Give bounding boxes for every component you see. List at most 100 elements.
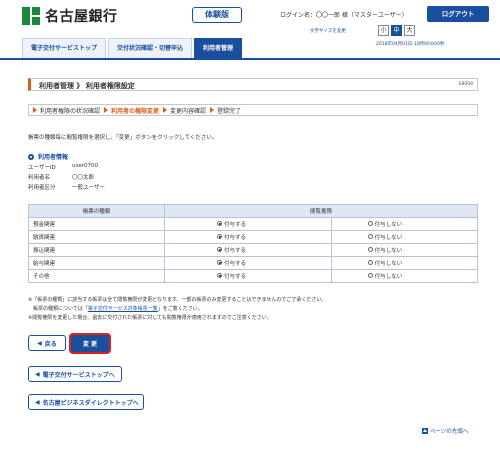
chevron-left-icon: ◀: [35, 370, 40, 378]
step-arrow-icon: [104, 107, 109, 113]
deny-label: 付与しない: [374, 273, 403, 280]
radio-button-icon: [367, 247, 373, 253]
table-row: 融資関連 付与する 付与しない: [28, 230, 479, 244]
step-indicator: 利用者権限の状況確認 利用者の権限変更 変更内容確認 登録完了: [28, 104, 478, 116]
radio-button-icon: [367, 273, 373, 279]
info-row-user-name: 利用者名 〇〇太郎: [28, 175, 95, 181]
page-title-bar: 利用者管理 》 利用者権限設定 E8008: [28, 78, 478, 91]
radio-button-icon: [217, 260, 222, 266]
note-1: ※「帳票の種類」に該当する帳票は全て閲覧権限が変更となります。一部の帳票のみ変更…: [28, 297, 327, 303]
main-nav: 電子交付サービストップ 交付状況確認・切替申込 利用者管理: [22, 38, 244, 58]
business-direct-top-button[interactable]: ◀ 名古屋ビジネスダイレクトトップへ: [28, 394, 144, 410]
grant-label: 付与する: [224, 234, 247, 241]
chevron-left-icon: ◀: [37, 339, 42, 347]
note-2: 帳票の種類については「電子交付サービス対象帳票一覧」をご覧ください。: [28, 306, 203, 312]
deny-radio[interactable]: 付与しない: [367, 220, 403, 228]
grant-label: 付与する: [224, 273, 247, 280]
step-1: 利用者権限の状況確認: [33, 106, 100, 115]
deny-radio-cell: 付与しない: [330, 217, 479, 231]
form-type-cell: 給与関連: [28, 256, 165, 270]
info-row-user-type: 利用者区分 一般ユーザー: [28, 185, 105, 191]
bank-logo-icon: [22, 7, 40, 25]
deny-label: 付与しない: [374, 234, 403, 241]
grant-radio-cell: 付与する: [164, 230, 332, 244]
tab-delivery-status[interactable]: 交付状況確認・切替申込: [108, 38, 193, 58]
table-row: その他 付与する 付与しない: [28, 269, 479, 283]
logout-button[interactable]: ログアウト: [427, 6, 489, 22]
page-title: 利用者管理 》 利用者権限設定: [39, 82, 135, 90]
table-row: 振込関連 付与する 付与しない: [28, 243, 479, 257]
info-row-user-id: ユーザーID user0700: [28, 163, 98, 171]
back-button[interactable]: ◀ 戻る: [28, 335, 66, 351]
screen-id: E8008: [458, 82, 473, 87]
form-type-cell: 預金関連: [28, 217, 165, 231]
font-size-large-button[interactable]: 大: [404, 25, 415, 36]
user-info-heading: 利用者情報: [28, 152, 68, 161]
step-2: 利用者の権限変更: [104, 106, 159, 115]
radio-button-icon: [217, 273, 222, 279]
form-type-cell: 振込関連: [28, 243, 165, 257]
col-header-type: 帳票の種類: [28, 204, 165, 218]
deny-radio[interactable]: 付与しない: [367, 259, 403, 267]
nav-divider: [0, 58, 500, 60]
form-type-cell: その他: [28, 269, 165, 283]
deny-radio-cell: 付与しない: [330, 230, 479, 244]
tab-user-management[interactable]: 利用者管理: [194, 38, 243, 58]
deny-radio-cell: 付与しない: [330, 256, 479, 270]
deny-label: 付与しない: [374, 221, 403, 228]
bank-name: 名古屋銀行: [45, 9, 118, 25]
grant-label: 付与する: [224, 221, 247, 228]
grant-radio-cell: 付与する: [164, 256, 332, 270]
deny-radio-cell: 付与しない: [330, 243, 479, 257]
target-forms-link[interactable]: 電子交付サービス対象帳票一覧: [88, 306, 158, 312]
radio-button-icon: [217, 221, 222, 227]
table-row: 給与関連 付与する 付与しない: [28, 256, 479, 270]
form-type-cell: 融資関連: [28, 230, 165, 244]
deny-radio-cell: 付与しない: [330, 269, 479, 283]
radio-button-icon: [367, 234, 373, 240]
radio-button-icon: [217, 234, 222, 240]
grant-label: 付与する: [224, 247, 247, 254]
permission-table: 帳票の種類 閲覧権限 預金関連 付与する 付与しない 融資関連 付与する 付与しない 振込関…: [28, 204, 479, 283]
table-row: 預金関連 付与する 付与しない: [28, 217, 479, 231]
bank-logo[interactable]: 名古屋銀行: [22, 6, 118, 26]
service-top-button[interactable]: ◀ 電子交付サービストップへ: [28, 366, 122, 382]
step-arrow-icon: [163, 107, 168, 113]
grant-radio-cell: 付与する: [164, 217, 332, 231]
deny-radio[interactable]: 付与しない: [367, 272, 403, 280]
grant-radio[interactable]: 付与する: [217, 259, 246, 267]
instruction-text: 帳票の種類毎に閲覧権限を選択し、「変更」ボタンをクリックしてください。: [28, 135, 218, 141]
deny-radio[interactable]: 付与しない: [367, 233, 403, 241]
trial-badge: 体験版: [192, 7, 242, 23]
chevron-left-icon: ◀: [35, 398, 40, 406]
grant-radio[interactable]: 付与する: [217, 220, 246, 228]
col-header-permission: 閲覧権限: [164, 204, 478, 218]
radio-button-icon: [217, 247, 222, 253]
deny-radio[interactable]: 付与しない: [367, 246, 403, 254]
tab-service-top[interactable]: 電子交付サービストップ: [22, 38, 107, 58]
deny-label: 付与しない: [374, 247, 403, 254]
note-3: ※閲覧権限を変更した場合、過去に交付された帳票に対しても閲覧権限が適用されますの…: [28, 315, 272, 321]
deny-label: 付与しない: [374, 260, 403, 267]
step-arrow-icon: [210, 107, 215, 113]
radio-button-icon: [367, 221, 373, 227]
radio-button-icon: [367, 260, 373, 266]
login-name: ログイン名：〇〇一郎 様（マスターユーザー）: [280, 12, 408, 19]
step-4: 登録完了: [210, 106, 241, 115]
arrow-up-icon: [422, 428, 428, 434]
font-size-small-button[interactable]: 小: [378, 25, 389, 36]
grant-label: 付与する: [224, 260, 247, 267]
font-size-label: 文字サイズを変更: [310, 29, 346, 34]
page-top-link[interactable]: ページの先頭へ: [422, 427, 468, 435]
bullet-icon: [28, 153, 34, 160]
grant-radio[interactable]: 付与する: [217, 246, 246, 254]
grant-radio-cell: 付与する: [164, 269, 332, 283]
change-button[interactable]: 変 更: [69, 333, 111, 354]
step-arrow-icon: [33, 107, 37, 113]
grant-radio[interactable]: 付与する: [217, 233, 246, 241]
grant-radio[interactable]: 付与する: [217, 272, 246, 280]
step-3: 変更内容確認: [163, 106, 206, 115]
grant-radio-cell: 付与する: [164, 243, 332, 257]
datetime: 2018年04月01日 10時00分00秒: [376, 42, 445, 47]
font-size-medium-button[interactable]: 中: [391, 25, 402, 36]
